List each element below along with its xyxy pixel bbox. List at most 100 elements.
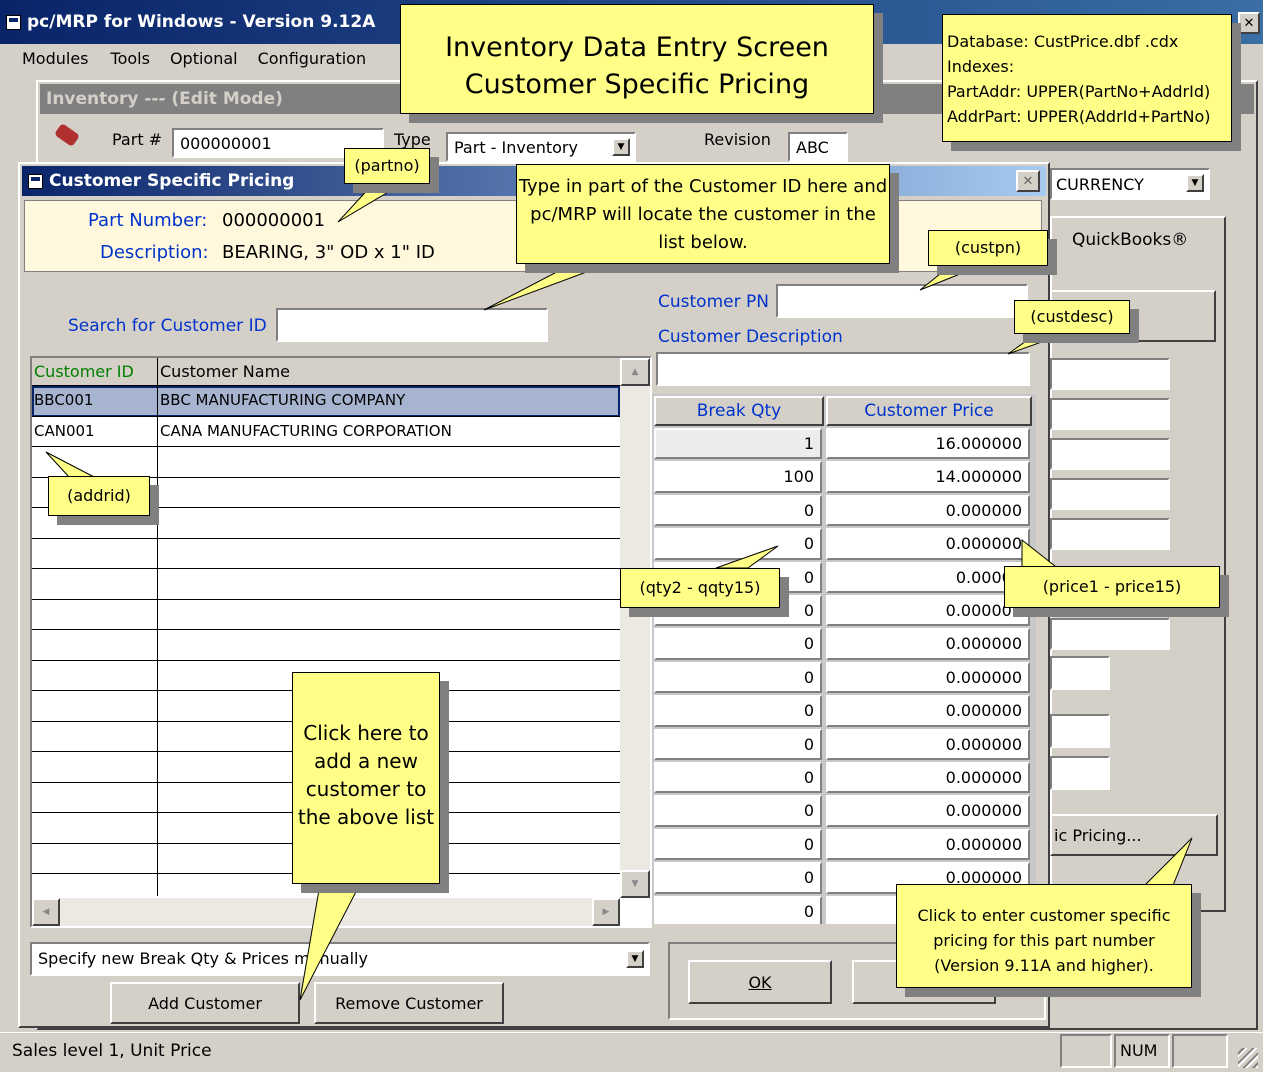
type-select-value: Part - Inventory — [454, 138, 578, 157]
revision-field[interactable]: ABC — [788, 132, 848, 162]
chevron-down-icon[interactable]: ▼ — [1186, 174, 1204, 192]
add-customer-button[interactable]: Add Customer — [110, 982, 300, 1024]
customer-name-cell — [158, 600, 620, 630]
mode-select[interactable]: Specify new Break Qty & Prices manually — [30, 942, 650, 976]
customer-price-cell[interactable]: 0.000000 — [826, 795, 1030, 827]
database-line-2: Indexes: — [947, 57, 1015, 76]
inventory-field-2[interactable] — [1050, 398, 1170, 430]
description-label: Description: — [100, 242, 209, 263]
app-icon — [6, 14, 21, 30]
customer-id-cell — [32, 539, 158, 569]
break-qty-cell[interactable]: 0 — [654, 661, 822, 694]
addrid-callout: (addrid) — [48, 476, 150, 516]
break-qty-cell[interactable]: 0 — [654, 862, 822, 894]
grid-vertical-scrollbar[interactable] — [620, 358, 650, 898]
break-qty-cell[interactable]: 0 — [654, 728, 822, 760]
chevron-down-icon[interactable]: ▼ — [626, 950, 644, 968]
dialog-close-button[interactable]: ✕ — [1016, 170, 1040, 192]
customer-name-cell — [158, 539, 620, 569]
status-num: NUM — [1114, 1034, 1170, 1068]
inventory-field-9[interactable] — [1050, 756, 1110, 790]
table-row[interactable] — [32, 630, 620, 661]
table-row[interactable]: BBC001 BBC MANUFACTURING COMPANY — [32, 386, 620, 417]
grid-header-customer-id[interactable]: Customer ID — [34, 362, 134, 381]
menu-optional[interactable]: Optional — [160, 49, 248, 68]
customer-description-input[interactable] — [656, 352, 1030, 386]
remove-customer-button[interactable]: Remove Customer — [314, 982, 504, 1024]
type-select[interactable]: Part - Inventory — [446, 132, 636, 162]
part-number-value: 000000001 — [222, 210, 326, 231]
inventory-field-6[interactable] — [1050, 618, 1170, 650]
inventory-field-1[interactable] — [1050, 358, 1170, 390]
menu-modules[interactable]: Modules — [0, 49, 101, 68]
break-qty-cell[interactable]: 100 — [654, 461, 822, 493]
customer-price-cell[interactable]: 0.000000 — [826, 628, 1030, 660]
break-qty-cell[interactable]: 1 — [654, 428, 822, 460]
break-qty-cell[interactable]: 0 — [654, 762, 822, 794]
customer-pricing-button[interactable]: ic Pricing... — [1050, 814, 1218, 856]
partno-callout: (partno) — [344, 148, 430, 184]
search-input[interactable] — [276, 308, 548, 342]
customer-price-cell[interactable]: 14.000000 — [826, 461, 1030, 493]
customer-price-cell[interactable]: 0.000000 — [826, 728, 1030, 760]
scroll-left-button[interactable]: ◀ — [32, 898, 60, 926]
grid-horizontal-scrollbar[interactable] — [32, 898, 620, 926]
inventory-field-7[interactable] — [1050, 656, 1110, 690]
search-label: Search for Customer ID — [68, 316, 267, 336]
break-qty-cell[interactable]: 0 — [654, 695, 822, 727]
ok-button[interactable]: OK — [688, 960, 832, 1004]
customer-price-cell[interactable]: 0.000000 — [826, 595, 1030, 627]
customer-id-cell — [32, 722, 158, 752]
table-row[interactable]: CAN001 CANA MANUFACTURING CORPORATION — [32, 417, 620, 447]
inventory-field-3[interactable] — [1050, 438, 1170, 470]
break-qty-cell[interactable]: 0 — [654, 795, 822, 827]
qty-callout: (qty2 - qqty15) — [620, 568, 780, 608]
search-callout: Type in part of the Customer ID here and… — [516, 164, 890, 264]
dialog-icon — [28, 173, 43, 189]
customer-price-cell[interactable]: 0.000000 — [826, 528, 1030, 560]
inventory-field-5[interactable] — [1050, 518, 1170, 550]
header-callout-line2: Customer Specific Pricing — [464, 69, 810, 100]
window-close-button[interactable]: ✕ — [1238, 12, 1260, 34]
price-table-body: 1 16.000000 100 14.000000 0 0.000000 0 0.000000… — [654, 428, 1034, 924]
inventory-field-8[interactable] — [1050, 714, 1110, 748]
customer-price-cell[interactable]: 0.000000 — [826, 828, 1030, 861]
scroll-down-button[interactable]: ▼ — [620, 870, 650, 898]
scroll-right-button[interactable]: ▶ — [592, 898, 620, 926]
customer-name-cell — [158, 508, 620, 539]
grid-header-customer-name[interactable]: Customer Name — [160, 362, 290, 381]
customer-id-cell — [32, 600, 158, 630]
resize-grip-icon[interactable] — [1238, 1048, 1258, 1068]
break-qty-cell[interactable]: 0 — [654, 528, 822, 560]
customer-price-cell[interactable]: 16.000000 — [826, 428, 1030, 460]
break-qty-cell[interactable]: 0 — [654, 494, 822, 527]
add-customer-label: Add Customer — [148, 993, 262, 1013]
table-row[interactable] — [32, 569, 620, 600]
scroll-up-button[interactable]: ▲ — [620, 358, 650, 386]
customer-price-cell[interactable]: 0.00000 — [826, 561, 1030, 593]
customer-pn-input[interactable] — [776, 284, 1028, 318]
inventory-field-4[interactable] — [1050, 478, 1170, 510]
custpn-callout: (custpn) — [928, 230, 1048, 266]
table-row[interactable] — [32, 447, 620, 478]
customer-price-cell[interactable]: 0.000000 — [826, 695, 1030, 727]
menu-tools[interactable]: Tools — [101, 49, 160, 68]
header-callout-line1: Inventory Data Entry Screen — [445, 32, 829, 63]
break-qty-header[interactable]: Break Qty — [654, 396, 824, 426]
table-row[interactable] — [32, 539, 620, 569]
customer-price-header[interactable]: Customer Price — [826, 396, 1032, 426]
status-panel-blank — [1060, 1034, 1112, 1068]
break-qty-cell[interactable]: 0 — [654, 628, 822, 660]
customer-price-cell[interactable]: 0.000000 — [826, 762, 1030, 794]
break-qty-cell[interactable]: 0 — [654, 895, 822, 924]
tab-quickbooks[interactable]: QuickBooks® — [1072, 230, 1188, 250]
customer-id-cell — [32, 813, 158, 844]
customer-id-cell — [32, 661, 158, 691]
customer-price-cell[interactable]: 0.000000 — [826, 494, 1030, 527]
type-label: Type — [394, 130, 431, 149]
table-row[interactable] — [32, 600, 620, 630]
customer-price-cell[interactable]: 0.000000 — [826, 661, 1030, 694]
menu-configuration[interactable]: Configuration — [248, 49, 377, 68]
chevron-down-icon[interactable]: ▼ — [612, 138, 630, 156]
break-qty-cell[interactable]: 0 — [654, 828, 822, 861]
